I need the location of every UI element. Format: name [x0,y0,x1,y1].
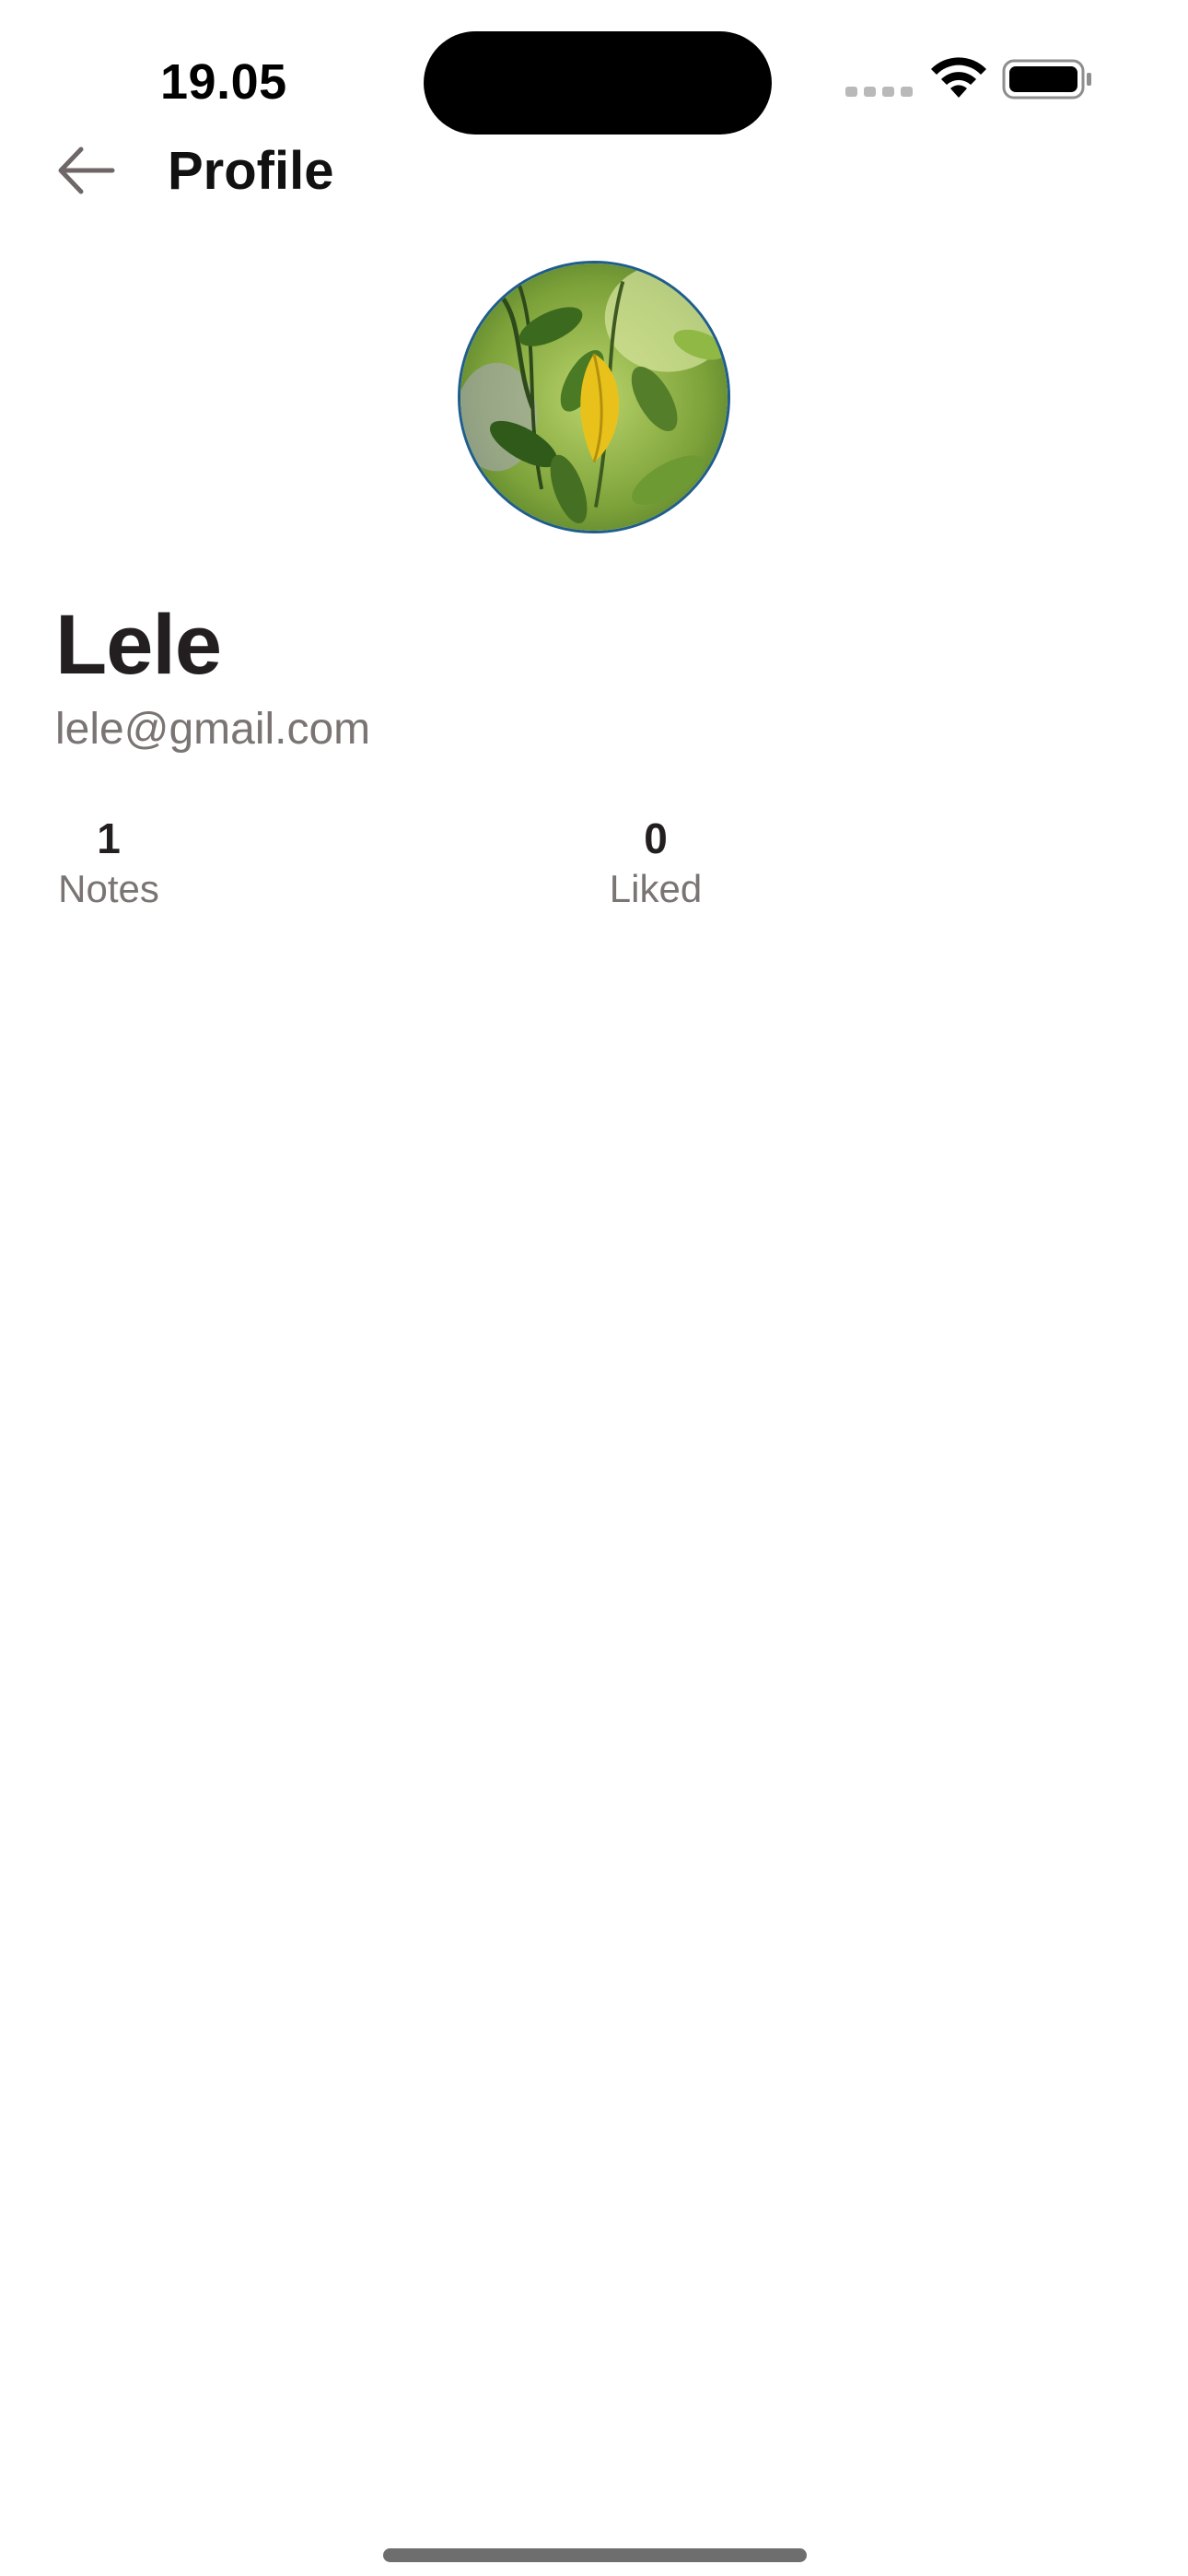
liked-stat[interactable]: 0 Liked [608,813,704,914]
liked-label: Liked [609,867,703,910]
notes-stat[interactable]: 1 Notes [55,813,162,914]
arrow-left-icon[interactable] [53,138,118,203]
liked-count: 0 [644,814,668,862]
status-icons [845,55,1094,101]
avatar-image [460,263,728,531]
avatar[interactable] [458,261,730,533]
user-name: Lele [55,598,222,692]
notes-label: Notes [58,867,159,910]
user-email: lele@gmail.com [55,705,371,754]
cellular-signal-icon [845,87,913,97]
page-title: Profile [168,141,334,201]
home-indicator[interactable] [383,2548,807,2562]
battery-icon [1002,59,1091,100]
dynamic-island [424,31,772,135]
status-time: 19.05 [160,54,287,110]
notes-count: 1 [97,814,121,862]
wifi-icon [931,57,986,98]
